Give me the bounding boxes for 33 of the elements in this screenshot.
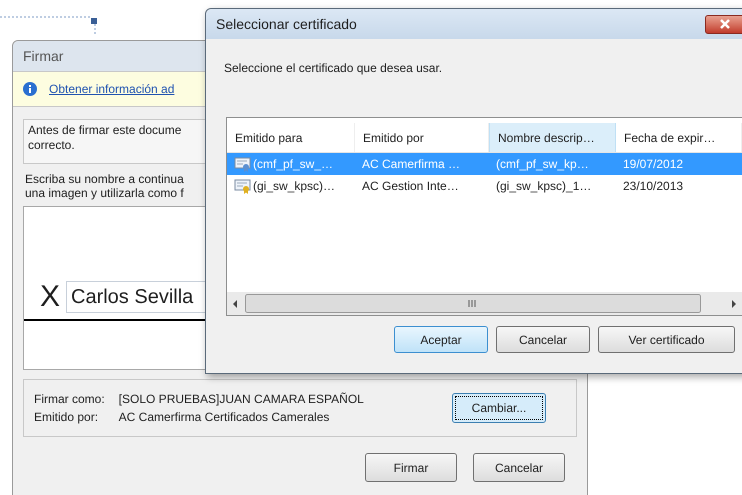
window-title: Seleccionar certificado xyxy=(216,14,357,34)
dialog-button[interactable]: Ver certificado xyxy=(598,326,735,353)
certificate-row[interactable]: (gi_sw_kpsc)… AC Gestion Inte… (gi_sw_kpsc)_1… 23/10/2013 xyxy=(227,175,742,197)
field-value: AC Camerfirma Certificados Camerales xyxy=(118,410,330,424)
field-value: [SOLO PRUEBAS]JUAN CAMARA ESPAÑOL xyxy=(118,392,364,406)
signature-name-field[interactable]: Carlos Sevilla xyxy=(66,281,206,313)
change-button[interactable]: Cambiar... xyxy=(452,393,546,423)
field-label: Emitido por: xyxy=(34,410,100,424)
table-cell-text: (gi_sw_kpsc)… xyxy=(253,178,336,195)
dialog-button[interactable]: Cancelar xyxy=(496,326,590,353)
column-header[interactable]: Fecha de expir… xyxy=(616,123,742,152)
scroll-thumb-icon[interactable] xyxy=(245,294,701,313)
field-label: Firmar como: xyxy=(34,392,105,406)
table-cell-text: 23/10/2013 xyxy=(623,178,684,195)
left-arrow-icon[interactable] xyxy=(231,300,239,308)
column-header[interactable]: Emitido para xyxy=(227,123,355,152)
signature-mark: X xyxy=(40,282,60,312)
right-arrow-icon[interactable] xyxy=(730,300,738,308)
horizontal-scrollbar[interactable] xyxy=(227,292,742,315)
table-cell-text: (gi_sw_kpsc)_1… xyxy=(496,178,592,195)
certificate-icon xyxy=(234,178,252,194)
dialog-button[interactable]: Cancelar xyxy=(473,453,565,482)
instruction-text: Escriba su nombre a continua una imagen y utilizarla como f xyxy=(24,172,185,200)
dialog-button[interactable]: Firmar xyxy=(365,453,457,482)
close-button[interactable] xyxy=(705,14,742,34)
info-link[interactable]: Obtener información ad xyxy=(49,80,174,98)
info-icon xyxy=(23,82,37,96)
dialog-button[interactable]: Aceptar xyxy=(394,326,488,353)
column-header[interactable]: Nombre descrip… xyxy=(489,123,616,152)
close-icon xyxy=(720,19,730,29)
table-cell-text: 19/07/2012 xyxy=(623,156,684,173)
certificate-icon xyxy=(234,156,252,172)
table-cell-text: AC Gestion Inte… xyxy=(362,178,459,195)
